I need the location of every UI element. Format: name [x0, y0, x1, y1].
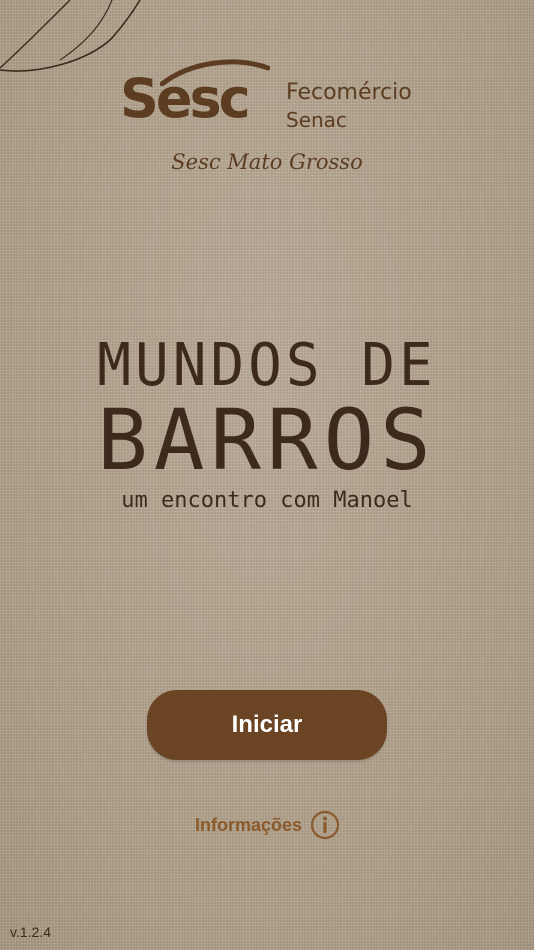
sesc-logo: Sesc Fecomércio Senac [120, 58, 420, 138]
info-link[interactable]: Informações [195, 808, 340, 842]
senac-text: Senac [286, 108, 347, 132]
game-title-line1: MUNDOS DE [97, 331, 437, 400]
app-version: v.1.2.4 [10, 924, 51, 940]
fecomercio-text: Fecomércio [286, 80, 412, 105]
game-tagline: um encontro com Manoel [121, 488, 413, 513]
sesc-brand: Sesc [120, 67, 251, 130]
game-title-line2: BARROS [97, 391, 437, 489]
start-button[interactable]: Iniciar [147, 690, 387, 760]
info-circle-icon [310, 810, 340, 840]
info-label: Informações [195, 814, 303, 835]
region-subtitle: Sesc Mato Grosso [171, 150, 363, 174]
